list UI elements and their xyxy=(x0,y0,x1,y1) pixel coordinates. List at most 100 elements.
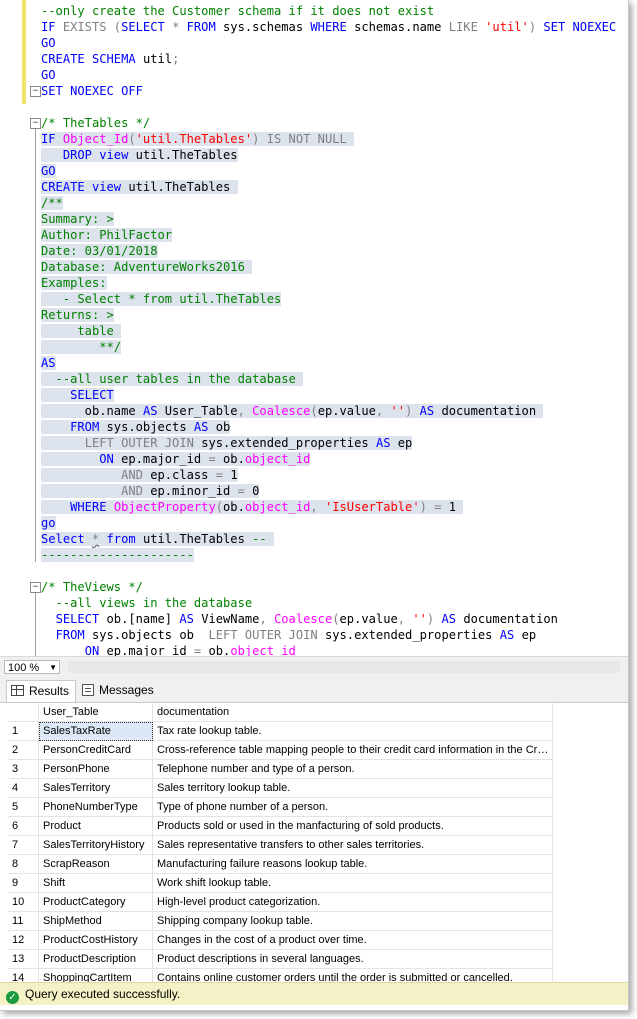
cell-user-table[interactable]: ProductCategory xyxy=(38,892,153,912)
collapse-toggle-icon[interactable]: − xyxy=(30,86,41,97)
cell-documentation[interactable]: Product descriptions in several language… xyxy=(152,949,553,969)
cell-documentation[interactable]: Type of phone number of a person. xyxy=(152,797,553,817)
chevron-down-icon[interactable]: ▼ xyxy=(49,661,57,675)
row-number[interactable]: 1 xyxy=(8,721,39,741)
row-number[interactable]: 13 xyxy=(8,949,39,969)
table-row[interactable]: 3 PersonPhone Telephone number and type of… xyxy=(8,759,553,779)
code-line[interactable]: - Select * from util.TheTables xyxy=(41,291,622,307)
row-number[interactable]: 11 xyxy=(8,911,39,931)
cell-user-table[interactable]: ProductDescription xyxy=(38,949,153,969)
results-grid[interactable]: User_Table documentation 1 SalesTaxRate Ta… xyxy=(0,703,628,982)
cell-user-table[interactable]: PersonCreditCard xyxy=(38,740,153,760)
code-line[interactable]: Author: PhilFactor xyxy=(41,227,622,243)
table-row[interactable]: 1 SalesTaxRate Tax rate lookup table. xyxy=(8,721,553,741)
cell-documentation[interactable]: Cross-reference table mapping people to … xyxy=(152,740,553,760)
tab-results[interactable]: Results xyxy=(6,680,77,702)
code-line[interactable]: IF EXISTS (SELECT * FROM sys.schemas WHE… xyxy=(41,19,622,35)
table-row[interactable]: 11 ShipMethod Shipping company lookup tabl… xyxy=(8,911,553,931)
table-row[interactable]: 12 ProductCostHistory Changes in the cost … xyxy=(8,930,553,950)
cell-documentation[interactable]: Tax rate lookup table. xyxy=(152,721,553,741)
row-number[interactable]: 2 xyxy=(8,740,39,760)
code-line[interactable]: Database: AdventureWorks2016 xyxy=(41,259,622,275)
code-line[interactable]: --all views in the database xyxy=(41,595,622,611)
code-line[interactable]: table xyxy=(41,323,622,339)
cell-documentation[interactable]: Changes in the cost of a product over ti… xyxy=(152,930,553,950)
code-line[interactable]: IF Object_Id('util.TheTables') IS NOT NU… xyxy=(41,131,622,147)
code-line[interactable]: FROM sys.objects ob LEFT OUTER JOIN sys.… xyxy=(41,627,622,643)
table-row[interactable]: 6 Product Products sold or used in the man… xyxy=(8,816,553,836)
row-number[interactable]: 7 xyxy=(8,835,39,855)
table-row[interactable]: 5 PhoneNumberType Type of phone number of … xyxy=(8,797,553,817)
row-number[interactable]: 9 xyxy=(8,873,39,893)
code-line[interactable]: Select * from util.TheTables -- xyxy=(41,531,622,547)
cell-user-table[interactable]: Product xyxy=(38,816,153,836)
tab-messages[interactable]: Messages xyxy=(78,680,160,701)
table-row[interactable]: 13 ProductDescription Product descriptions… xyxy=(8,949,553,969)
row-number[interactable]: 10 xyxy=(8,892,39,912)
cell-user-table[interactable]: ScrapReason xyxy=(38,854,153,874)
code-line[interactable]: GO xyxy=(41,163,622,179)
cell-user-table[interactable]: ShipMethod xyxy=(38,911,153,931)
cell-documentation[interactable]: Manufacturing failure reasons lookup tab… xyxy=(152,854,553,874)
table-row[interactable]: 4 SalesTerritory Sales territory lookup ta… xyxy=(8,778,553,798)
code-line[interactable]: AS xyxy=(41,355,622,371)
cell-user-table[interactable]: PersonPhone xyxy=(38,759,153,779)
cell-documentation[interactable]: Work shift lookup table. xyxy=(152,873,553,893)
table-row[interactable]: 8 ScrapReason Manufacturing failure reason… xyxy=(8,854,553,874)
cell-user-table[interactable]: Shift xyxy=(38,873,153,893)
code-line[interactable]: SELECT xyxy=(41,387,622,403)
code-line[interactable]: ON ep.major_id = ob.object_id xyxy=(41,643,622,656)
sql-code[interactable]: --only create the Customer schema if it … xyxy=(41,3,622,656)
column-header-user-table[interactable]: User_Table xyxy=(38,703,153,722)
code-line[interactable]: SELECT ob.[name] AS ViewName, Coalesce(e… xyxy=(41,611,622,627)
collapse-toggle-icon[interactable]: − xyxy=(30,118,41,129)
cell-user-table[interactable]: SalesTerritory xyxy=(38,778,153,798)
code-line[interactable]: GO xyxy=(41,35,622,51)
table-row[interactable]: 2 PersonCreditCard Cross-reference table m… xyxy=(8,740,553,760)
row-number[interactable]: 3 xyxy=(8,759,39,779)
row-number[interactable]: 8 xyxy=(8,854,39,874)
code-line[interactable]: AND ep.class = 1 xyxy=(41,467,622,483)
code-line[interactable]: Examples: xyxy=(41,275,622,291)
code-line[interactable]: ob.name AS User_Table, Coalesce(ep.value… xyxy=(41,403,622,419)
cell-documentation[interactable]: Telephone number and type of a person. xyxy=(152,759,553,779)
row-number[interactable]: 4 xyxy=(8,778,39,798)
zoom-select[interactable]: 100 % ▼ xyxy=(4,660,60,674)
row-number[interactable]: 12 xyxy=(8,930,39,950)
row-number[interactable]: 5 xyxy=(8,797,39,817)
cell-user-table[interactable]: SalesTerritoryHistory xyxy=(38,835,153,855)
code-line[interactable] xyxy=(41,563,622,579)
code-line[interactable]: --all user tables in the database xyxy=(41,371,622,387)
column-header-documentation[interactable]: documentation xyxy=(152,703,553,722)
query-editor[interactable]: − − − --only create the Customer schema … xyxy=(0,0,622,656)
table-row[interactable]: 7 SalesTerritoryHistory Sales representati… xyxy=(8,835,553,855)
code-line[interactable]: Summary: > xyxy=(41,211,622,227)
code-line[interactable]: DROP view util.TheTables xyxy=(41,147,622,163)
code-line[interactable]: GO xyxy=(41,67,622,83)
cell-user-table[interactable]: PhoneNumberType xyxy=(38,797,153,817)
cell-user-table[interactable]: SalesTaxRate xyxy=(38,721,153,741)
horizontal-scrollbar[interactable] xyxy=(68,661,620,673)
code-line[interactable]: Date: 03/01/2018 xyxy=(41,243,622,259)
code-line[interactable]: WHERE ObjectProperty(ob.object_id, 'IsUs… xyxy=(41,499,622,515)
cell-documentation[interactable]: High-level product categorization. xyxy=(152,892,553,912)
cell-documentation[interactable]: Contains online customer orders until th… xyxy=(152,968,553,982)
code-line[interactable]: go xyxy=(41,515,622,531)
cell-user-table[interactable]: ShoppingCartItem xyxy=(38,968,153,982)
code-line[interactable]: --only create the Customer schema if it … xyxy=(41,3,622,19)
cell-documentation[interactable]: Products sold or used in the manfacturin… xyxy=(152,816,553,836)
code-line[interactable]: /** xyxy=(41,195,622,211)
code-line[interactable]: CREATE view util.TheTables xyxy=(41,179,622,195)
cell-documentation[interactable]: Shipping company lookup table. xyxy=(152,911,553,931)
row-number-header[interactable] xyxy=(8,703,39,722)
code-line[interactable]: CREATE SCHEMA util; xyxy=(41,51,622,67)
code-line[interactable]: AND ep.minor_id = 0 xyxy=(41,483,622,499)
code-line[interactable]: FROM sys.objects AS ob xyxy=(41,419,622,435)
table-row[interactable]: 9 Shift Work shift lookup table. xyxy=(8,873,553,893)
code-line[interactable]: /* TheViews */ xyxy=(41,579,622,595)
row-number[interactable]: 6 xyxy=(8,816,39,836)
code-line[interactable]: SET NOEXEC OFF xyxy=(41,83,622,99)
code-line[interactable]: Returns: > xyxy=(41,307,622,323)
code-line[interactable]: LEFT OUTER JOIN sys.extended_properties … xyxy=(41,435,622,451)
table-row[interactable]: 10 ProductCategory High-level product cate… xyxy=(8,892,553,912)
